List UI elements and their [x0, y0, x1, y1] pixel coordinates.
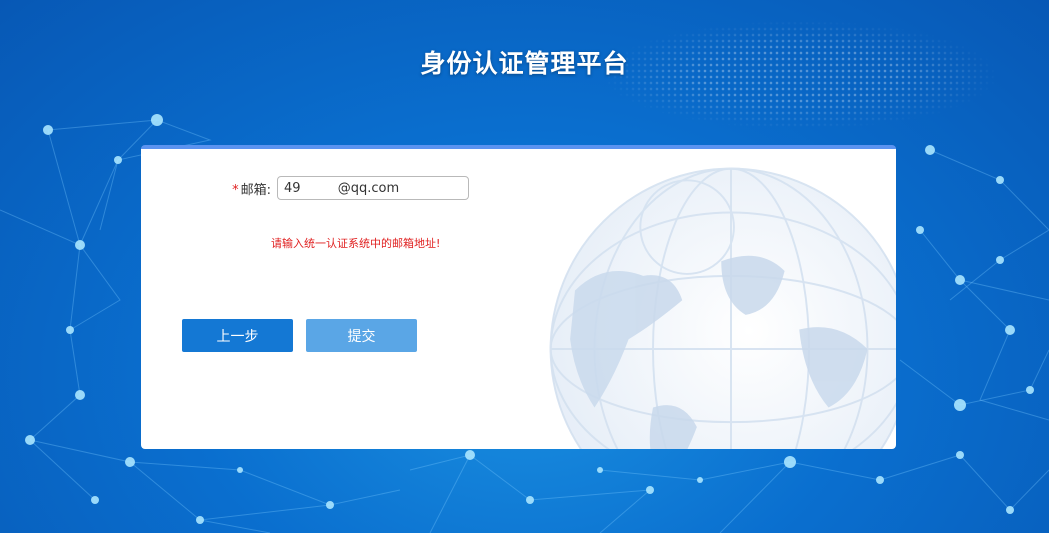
globe-icon: [549, 167, 896, 449]
error-message: 请输入统一认证系统中的邮箱地址!: [271, 237, 441, 250]
page-title: 身份认证管理平台: [420, 49, 629, 78]
prev-step-button[interactable]: 上一步: [182, 319, 293, 352]
email-row: * 邮箱:: [223, 176, 469, 200]
form-card: *邮箱: 请输入统一认证系统中的邮箱地址! 上一步 提交: [141, 145, 896, 449]
email-label: * 邮箱:: [223, 179, 271, 198]
required-mark: *: [232, 182, 239, 198]
email-input[interactable]: [277, 176, 469, 200]
email-label-text: 邮箱:: [240, 182, 271, 198]
submit-button[interactable]: 提交: [306, 319, 417, 352]
